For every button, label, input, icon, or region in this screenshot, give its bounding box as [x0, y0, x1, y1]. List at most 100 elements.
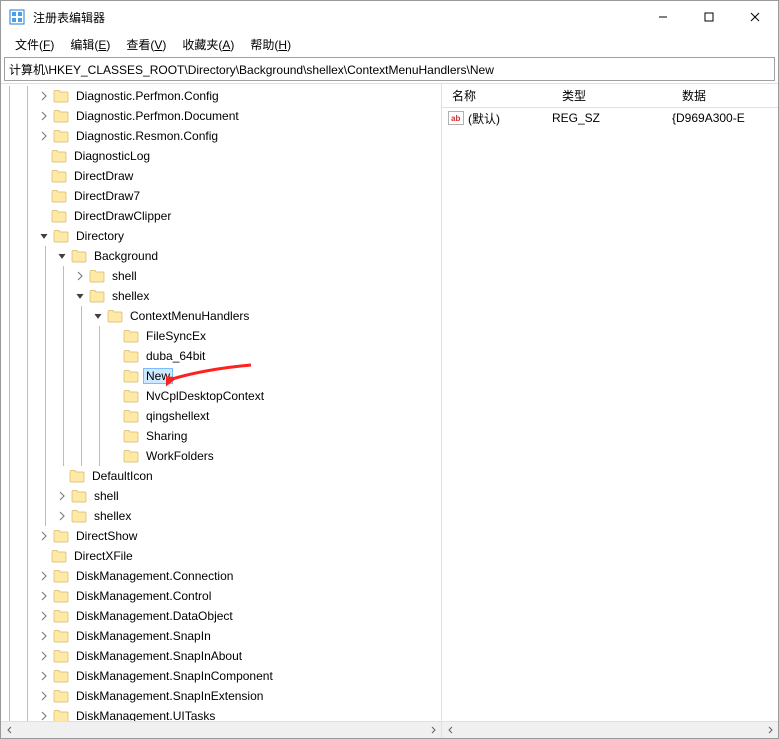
- tree-node[interactable]: qingshellext: [1, 406, 441, 426]
- chevron-right-icon[interactable]: [37, 129, 51, 143]
- tree-node-label: Sharing: [143, 428, 190, 444]
- maximize-button[interactable]: [686, 1, 732, 33]
- column-data[interactable]: 数据: [672, 84, 778, 107]
- chevron-right-icon[interactable]: [55, 489, 69, 503]
- tree-node-label: New: [143, 368, 173, 384]
- chevron-right-icon[interactable]: [37, 609, 51, 623]
- tree-node[interactable]: Diagnostic.Resmon.Config: [1, 126, 441, 146]
- chevron-right-icon[interactable]: [37, 569, 51, 583]
- chevron-down-icon[interactable]: [73, 289, 87, 303]
- chevron-right-icon[interactable]: [37, 629, 51, 643]
- tree-node[interactable]: DiskManagement.SnapInExtension: [1, 686, 441, 706]
- tree-node[interactable]: New: [1, 366, 441, 386]
- menu-help[interactable]: 帮助(H): [242, 34, 299, 55]
- value-row[interactable]: ab (默认) REG_SZ {D969A300-E: [442, 108, 778, 128]
- tree-node[interactable]: DiagnosticLog: [1, 146, 441, 166]
- tree-node[interactable]: duba_64bit: [1, 346, 441, 366]
- folder-icon: [53, 669, 69, 683]
- chevron-down-icon[interactable]: [91, 309, 105, 323]
- tree-node[interactable]: DiskManagement.Connection: [1, 566, 441, 586]
- chevron-right-icon[interactable]: [37, 589, 51, 603]
- tree-node[interactable]: ContextMenuHandlers: [1, 306, 441, 326]
- tree-node[interactable]: shellex: [1, 506, 441, 526]
- close-button[interactable]: [732, 1, 778, 33]
- menu-file[interactable]: 文件(F): [7, 34, 62, 55]
- chevron-down-icon[interactable]: [55, 249, 69, 263]
- folder-icon: [123, 369, 139, 383]
- tree-node-label: Diagnostic.Perfmon.Config: [73, 88, 222, 104]
- tree-node[interactable]: DiskManagement.SnapIn: [1, 626, 441, 646]
- folder-icon: [69, 469, 85, 483]
- tree-node[interactable]: DiskManagement.DataObject: [1, 606, 441, 626]
- scroll-right-button[interactable]: [424, 722, 441, 739]
- scroll-left-button[interactable]: [1, 722, 18, 739]
- chevron-down-icon[interactable]: [37, 229, 51, 243]
- scroll-track[interactable]: [18, 722, 424, 739]
- chevron-right-icon[interactable]: [55, 509, 69, 523]
- string-value-icon: ab: [448, 111, 464, 125]
- tree-node-label: NvCplDesktopContext: [143, 388, 267, 404]
- folder-icon: [71, 509, 87, 523]
- chevron-right-icon[interactable]: [37, 689, 51, 703]
- tree-node[interactable]: shellex: [1, 286, 441, 306]
- chevron-right-icon[interactable]: [37, 669, 51, 683]
- tree-node-label: shellex: [91, 508, 134, 524]
- tree-horizontal-scrollbar[interactable]: [1, 721, 441, 738]
- tree-node-label: DirectDraw: [71, 168, 136, 184]
- tree-node-label: Directory: [73, 228, 127, 244]
- tree-node[interactable]: Sharing: [1, 426, 441, 446]
- tree-node-label: shell: [91, 488, 122, 504]
- folder-icon: [123, 429, 139, 443]
- window-controls: [640, 1, 778, 33]
- tree-node-label: shell: [109, 268, 140, 284]
- chevron-right-icon[interactable]: [37, 529, 51, 543]
- scroll-right-button[interactable]: [761, 722, 778, 739]
- tree-node-label: DiskManagement.DataObject: [73, 608, 236, 624]
- scroll-left-button[interactable]: [442, 722, 459, 739]
- address-input[interactable]: [5, 60, 774, 78]
- tree-node[interactable]: NvCplDesktopContext: [1, 386, 441, 406]
- tree-node[interactable]: shell: [1, 486, 441, 506]
- column-name[interactable]: 名称: [442, 84, 552, 107]
- tree-node[interactable]: DiskManagement.SnapInComponent: [1, 666, 441, 686]
- tree-node-label: ContextMenuHandlers: [127, 308, 252, 324]
- menu-view[interactable]: 查看(V): [118, 34, 174, 55]
- tree-node[interactable]: Diagnostic.Perfmon.Config: [1, 86, 441, 106]
- list-horizontal-scrollbar[interactable]: [442, 721, 778, 738]
- tree-node[interactable]: DirectDraw7: [1, 186, 441, 206]
- tree-node-label: WorkFolders: [143, 448, 217, 464]
- tree-node[interactable]: DirectDraw: [1, 166, 441, 186]
- folder-icon: [51, 549, 67, 563]
- chevron-right-icon[interactable]: [37, 89, 51, 103]
- menu-edit[interactable]: 编辑(E): [62, 34, 118, 55]
- tree-node[interactable]: Diagnostic.Perfmon.Document: [1, 106, 441, 126]
- tree-node[interactable]: shell: [1, 266, 441, 286]
- folder-icon: [53, 569, 69, 583]
- column-type[interactable]: 类型: [552, 84, 672, 107]
- tree-scroll[interactable]: Diagnostic.Perfmon.Config Diagnostic.Perf…: [1, 84, 441, 738]
- tree-node[interactable]: Directory: [1, 226, 441, 246]
- tree-node[interactable]: WorkFolders: [1, 446, 441, 466]
- tree-node[interactable]: DirectDrawClipper: [1, 206, 441, 226]
- tree-node[interactable]: DirectXFile: [1, 546, 441, 566]
- tree-node-label: DefaultIcon: [89, 468, 156, 484]
- tree-node-label: DirectDraw7: [71, 188, 143, 204]
- tree-node[interactable]: DefaultIcon: [1, 466, 441, 486]
- tree-node[interactable]: Background: [1, 246, 441, 266]
- chevron-right-icon[interactable]: [37, 109, 51, 123]
- titlebar[interactable]: 注册表编辑器: [1, 1, 778, 33]
- folder-icon: [51, 189, 67, 203]
- folder-icon: [51, 149, 67, 163]
- scroll-track[interactable]: [459, 722, 761, 739]
- tree-node[interactable]: DiskManagement.Control: [1, 586, 441, 606]
- tree-node[interactable]: DiskManagement.SnapInAbout: [1, 646, 441, 666]
- folder-icon: [123, 389, 139, 403]
- menu-favorites[interactable]: 收藏夹(A): [174, 34, 242, 55]
- tree-node[interactable]: FileSyncEx: [1, 326, 441, 346]
- minimize-button[interactable]: [640, 1, 686, 33]
- chevron-right-icon[interactable]: [37, 649, 51, 663]
- folder-icon: [53, 529, 69, 543]
- tree-node[interactable]: DirectShow: [1, 526, 441, 546]
- list-body: ab (默认) REG_SZ {D969A300-E: [442, 108, 778, 128]
- chevron-right-icon[interactable]: [73, 269, 87, 283]
